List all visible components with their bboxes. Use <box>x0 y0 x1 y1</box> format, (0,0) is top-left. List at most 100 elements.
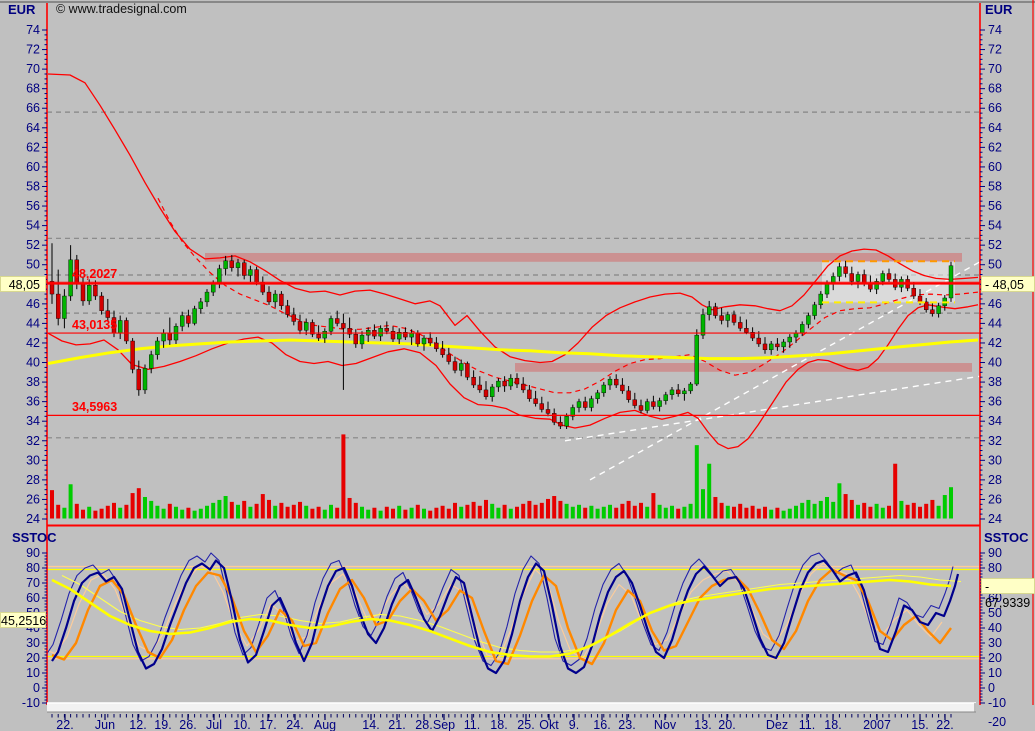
date-axis-label: Jun <box>95 718 115 731</box>
price-axis-label-left: 54 <box>26 219 40 233</box>
stoch-axis-label-left: 90 <box>26 546 40 560</box>
stoch-axis-label-right: 20 <box>988 651 1002 665</box>
stoch-axis-label-left: 20 <box>26 651 40 665</box>
price-axis-label-right: 36 <box>988 395 1002 409</box>
price-axis-label-left: 38 <box>26 375 40 389</box>
price-axis-marker-right: 48,05 <box>981 276 1035 292</box>
price-axis-label-left: 26 <box>26 492 40 506</box>
left-axis-title: EUR <box>8 2 36 17</box>
date-axis-label: 12. <box>129 718 146 731</box>
stoch-axis-label-cut: -20 <box>988 715 1006 729</box>
stoch-axis-marker-right: 67,9339 <box>981 578 1035 610</box>
stoch-left-title: SSTOC <box>12 530 57 545</box>
date-axis-label: 2007 <box>863 718 891 731</box>
price-axis-label-left: 32 <box>26 434 40 448</box>
date-axis-label: 16. <box>593 718 610 731</box>
date-axis-label: Okt <box>539 718 559 731</box>
copyright-text: © www.tradesignal.com <box>56 2 187 16</box>
price-axis-label-right: 42 <box>988 336 1002 350</box>
date-axis-label: 26. <box>179 718 196 731</box>
date-axis-label: 22. <box>936 718 953 731</box>
price-axis-label-right: 52 <box>988 238 1002 252</box>
stoch-axis-label-left: 10 <box>26 666 40 680</box>
date-axis-label: 25. <box>517 718 534 731</box>
price-axis-label-right: 26 <box>988 492 1002 506</box>
price-axis-label-left: 74 <box>26 23 40 37</box>
price-axis-label-left: 52 <box>26 238 40 252</box>
date-axis-label: 13. <box>694 718 711 731</box>
price-axis-label-right: 60 <box>988 160 1002 174</box>
date-axis-label: 11. <box>799 718 815 731</box>
price-axis-label-left: 44 <box>26 316 40 330</box>
price-axis-label-left: 36 <box>26 395 40 409</box>
stoch-axis-marker-left: 45,2516 <box>0 612 47 628</box>
price-axis-label-left: 28 <box>26 473 40 487</box>
price-axis-marker-left: 48,05 <box>0 276 46 292</box>
price-axis-label-right: 30 <box>988 453 1002 467</box>
date-axis-label: 15. <box>911 718 928 731</box>
date-axis-label: Aug <box>314 718 336 731</box>
price-axis-label-left: 72 <box>26 43 40 57</box>
stoch-axis-label-right: 0 <box>988 681 995 695</box>
price-axis-label-right: 54 <box>988 219 1002 233</box>
price-axis-label-left: 68 <box>26 82 40 96</box>
stoch-axis-label-right: 40 <box>988 621 1002 635</box>
price-axis-label-left: 40 <box>26 356 40 370</box>
stoch-axis-label-right: 10 <box>988 666 1002 680</box>
price-axis-label-left: 64 <box>26 121 40 135</box>
stoch-axis-label-left: 0 <box>33 681 40 695</box>
level-label-48[interactable]: 48,2027 <box>72 268 117 281</box>
price-axis-label-left: 56 <box>26 199 40 213</box>
date-axis-label: 18. <box>490 718 507 731</box>
stoch-axis-label-right: 90 <box>988 546 1002 560</box>
price-axis-label-left: 24 <box>26 512 40 526</box>
date-axis-label: 10. <box>233 718 250 731</box>
price-axis-label-right: 62 <box>988 140 1002 154</box>
price-plot-area[interactable] <box>47 3 980 525</box>
price-axis-label-right: 28 <box>988 473 1002 487</box>
price-axis-label-right: 56 <box>988 199 1002 213</box>
price-axis-label-right: 24 <box>988 512 1002 526</box>
stoch-axis-label-left: 70 <box>26 576 40 590</box>
stoch-plot-area[interactable] <box>47 530 980 705</box>
price-axis-label-right: 32 <box>988 434 1002 448</box>
level-label-43[interactable]: 43,0135 <box>72 319 117 332</box>
level-label-34[interactable]: 34,5963 <box>72 401 117 414</box>
price-axis-label-left: 30 <box>26 453 40 467</box>
price-axis-label-right: 58 <box>988 179 1002 193</box>
price-axis-label-left: 34 <box>26 414 40 428</box>
date-axis-label: 23. <box>618 718 635 731</box>
date-axis-label: 24. <box>286 718 303 731</box>
date-axis-label: 21. <box>388 718 405 731</box>
date-axis-label: 14. <box>362 718 379 731</box>
price-axis-label-left: 70 <box>26 62 40 76</box>
date-axis-label: 9. <box>569 718 579 731</box>
stoch-axis-label-right: -10 <box>988 696 1006 710</box>
price-axis-label-left: 42 <box>26 336 40 350</box>
date-axis-label: Sep <box>433 718 455 731</box>
date-axis-label: Nov <box>654 718 677 731</box>
price-axis-label-right: 44 <box>988 316 1002 330</box>
date-axis-label: 28. <box>415 718 432 731</box>
date-axis-label: 20. <box>718 718 735 731</box>
stoch-axis-label-right: 80 <box>988 561 1002 575</box>
price-axis-label-right: 72 <box>988 43 1002 57</box>
price-axis-label-right: 50 <box>988 258 1002 272</box>
price-axis-label-right: 66 <box>988 101 1002 115</box>
price-axis-label-right: 46 <box>988 297 1002 311</box>
stoch-axis-label-left: 80 <box>26 561 40 575</box>
price-axis-label-right: 64 <box>988 121 1002 135</box>
price-axis-label-left: 66 <box>26 101 40 115</box>
price-axis-label-left: 46 <box>26 297 40 311</box>
date-axis-label: Dez <box>766 718 788 731</box>
price-axis-label-left: 58 <box>26 179 40 193</box>
stoch-right-title: SSTOC <box>984 530 1029 545</box>
price-axis-label-left: 60 <box>26 160 40 174</box>
price-axis-label-right: 34 <box>988 414 1002 428</box>
price-axis-label-right: 74 <box>988 23 1002 37</box>
date-axis-label: 19. <box>154 718 171 731</box>
price-axis-label-left: 62 <box>26 140 40 154</box>
price-axis-label-right: 40 <box>988 356 1002 370</box>
price-axis-label-left: 50 <box>26 258 40 272</box>
price-axis-label-right: 70 <box>988 62 1002 76</box>
